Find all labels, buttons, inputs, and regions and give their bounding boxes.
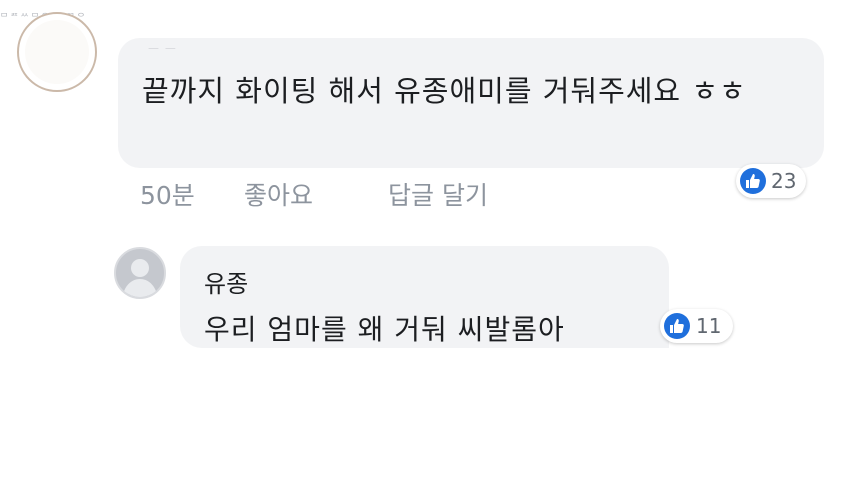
reaction-count: 23 — [771, 169, 797, 193]
comment-bubble: ᅳ ᅳ 끝까지 화이팅 해서 유종애미를 거둬주세요 ㅎㅎ — [118, 38, 824, 168]
comment-author-name[interactable]: ᅳ ᅳ — [148, 40, 177, 57]
reply-avatar[interactable] — [114, 247, 166, 299]
reply-bubble: 유종 우리 엄마를 왜 거둬 씨발롬아 — [180, 246, 669, 348]
default-avatar-icon — [122, 259, 158, 297]
avatar[interactable] — [17, 12, 97, 92]
like-icon — [664, 313, 690, 339]
reaction-badge[interactable]: 23 — [736, 164, 807, 198]
comment-thread: ᄆᄅᄌᄊᄆᄋ ᄀᄅᄀᄋ ᅳ ᅳ 끝까지 화이팅 해서 유종애미를 거둬주세요 ㅎ… — [0, 0, 854, 497]
like-button[interactable]: 좋아요 — [244, 176, 388, 212]
reply-reaction-badge[interactable]: 11 — [660, 309, 734, 343]
reply-text: 우리 엄마를 왜 거둬 씨발롬아 — [204, 313, 565, 346]
reply-button[interactable]: 답글 달기 — [388, 176, 488, 212]
reaction-count: 11 — [696, 314, 722, 338]
comment-text: 끝까지 화이팅 해서 유종애미를 거둬주세요 ㅎㅎ — [142, 74, 747, 108]
comment-time[interactable]: 50분 — [140, 176, 244, 212]
reply-author-name[interactable]: 유종 — [204, 264, 248, 299]
avatar-image — [25, 20, 89, 84]
comment-actions: 50분 좋아요 답글 달기 — [140, 176, 488, 212]
like-icon — [740, 168, 766, 194]
